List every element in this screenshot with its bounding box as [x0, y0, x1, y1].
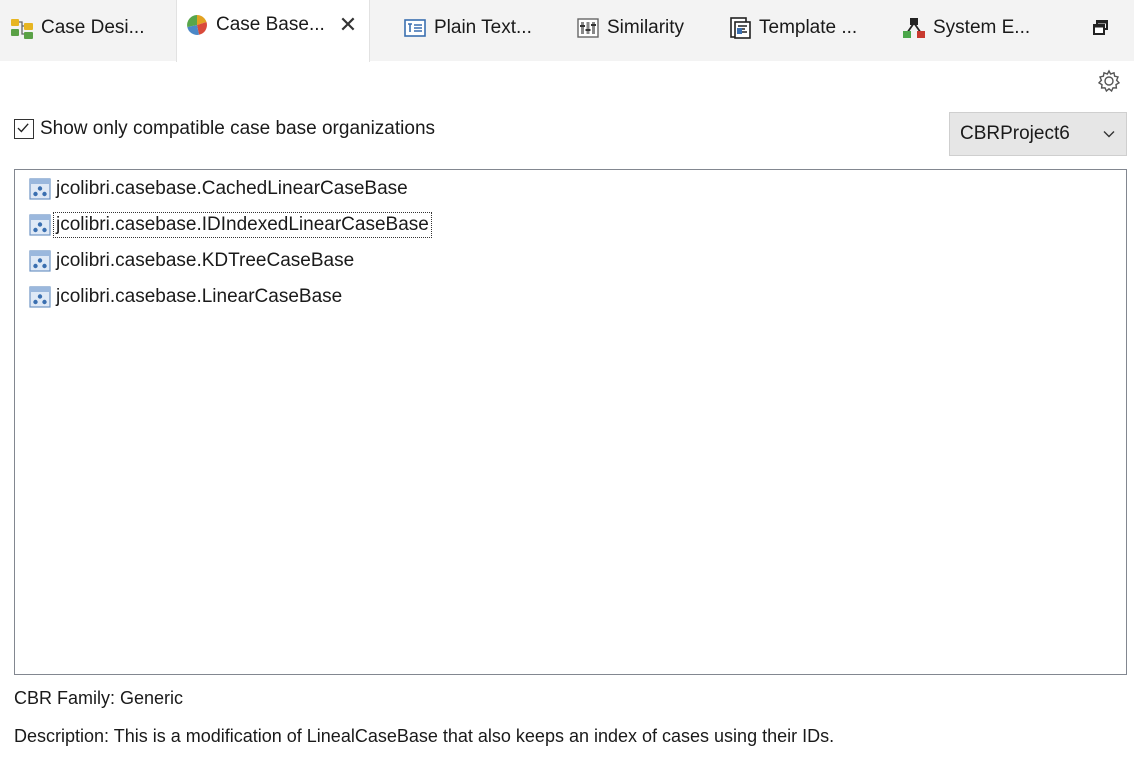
chevron-down-icon	[1103, 131, 1115, 138]
system-evaluation-icon	[903, 18, 925, 38]
class-icon	[29, 214, 51, 236]
list-item-kd-tree-case-base[interactable]: jcolibri.casebase.KDTreeCaseBase	[29, 247, 356, 275]
class-icon	[29, 286, 51, 308]
project-select-value: CBRProject6	[960, 123, 1070, 144]
restore-icon[interactable]	[1092, 19, 1110, 37]
editor-tab-bar: Case Desi... Case Base... ✕ Plain Text..…	[0, 0, 1134, 62]
tab-label: Plain Text...	[434, 17, 532, 38]
list-item-label: jcolibri.casebase.IDIndexedLinearCaseBas…	[53, 212, 432, 238]
tab-label: Template ...	[759, 17, 858, 38]
case-design-icon	[11, 19, 33, 39]
project-select[interactable]: CBRProject6	[949, 112, 1127, 156]
list-item-id-indexed-linear-case-base[interactable]: jcolibri.casebase.IDIndexedLinearCaseBas…	[29, 211, 432, 239]
tab-system-evaluation[interactable]: System E...	[902, 6, 1030, 50]
gear-icon[interactable]	[1096, 68, 1122, 94]
description-text: Description: This is a modification of L…	[14, 726, 835, 746]
case-base-icon	[187, 15, 207, 35]
cbr-family-text: CBR Family: Generic	[14, 688, 184, 708]
tab-similarity[interactable]: Similarity	[576, 6, 684, 50]
compatible-filter-checkbox[interactable]	[14, 119, 34, 139]
list-item-cached-linear-case-base[interactable]: jcolibri.casebase.CachedLinearCaseBase	[29, 175, 410, 203]
checkmark-icon	[17, 123, 29, 133]
close-icon[interactable]: ✕	[339, 14, 357, 36]
tab-case-base[interactable]: Case Base... ✕	[176, 0, 371, 62]
case-base-view: Case Desi... Case Base... ✕ Plain Text..…	[0, 0, 1134, 758]
tab-label: Similarity	[607, 17, 685, 38]
case-base-list[interactable]: jcolibri.casebase.CachedLinearCaseBase j…	[14, 169, 1127, 675]
tab-case-design[interactable]: Case Desi...	[10, 6, 144, 50]
list-item-label: jcolibri.casebase.KDTreeCaseBase	[56, 250, 355, 271]
compatible-filter-option[interactable]: Show only compatible case base organizat…	[14, 117, 435, 141]
list-item-linear-case-base[interactable]: jcolibri.casebase.LinearCaseBase	[29, 283, 344, 311]
tab-bar-divider	[0, 61, 1134, 62]
class-icon	[29, 178, 51, 200]
plain-text-icon	[404, 19, 426, 37]
tab-label: Case Desi...	[41, 17, 145, 38]
template-icon	[730, 17, 751, 39]
tab-label: System E...	[933, 17, 1031, 38]
tab-plain-text[interactable]: Plain Text...	[403, 6, 532, 50]
tab-label: Case Base...	[216, 14, 325, 35]
compatible-filter-label: Show only compatible case base organizat…	[40, 118, 436, 139]
tab-template[interactable]: Template ...	[728, 6, 857, 50]
list-item-label: jcolibri.casebase.CachedLinearCaseBase	[56, 178, 408, 199]
similarity-icon	[577, 18, 599, 38]
class-icon	[29, 250, 51, 272]
list-item-label: jcolibri.casebase.LinearCaseBase	[56, 286, 343, 307]
